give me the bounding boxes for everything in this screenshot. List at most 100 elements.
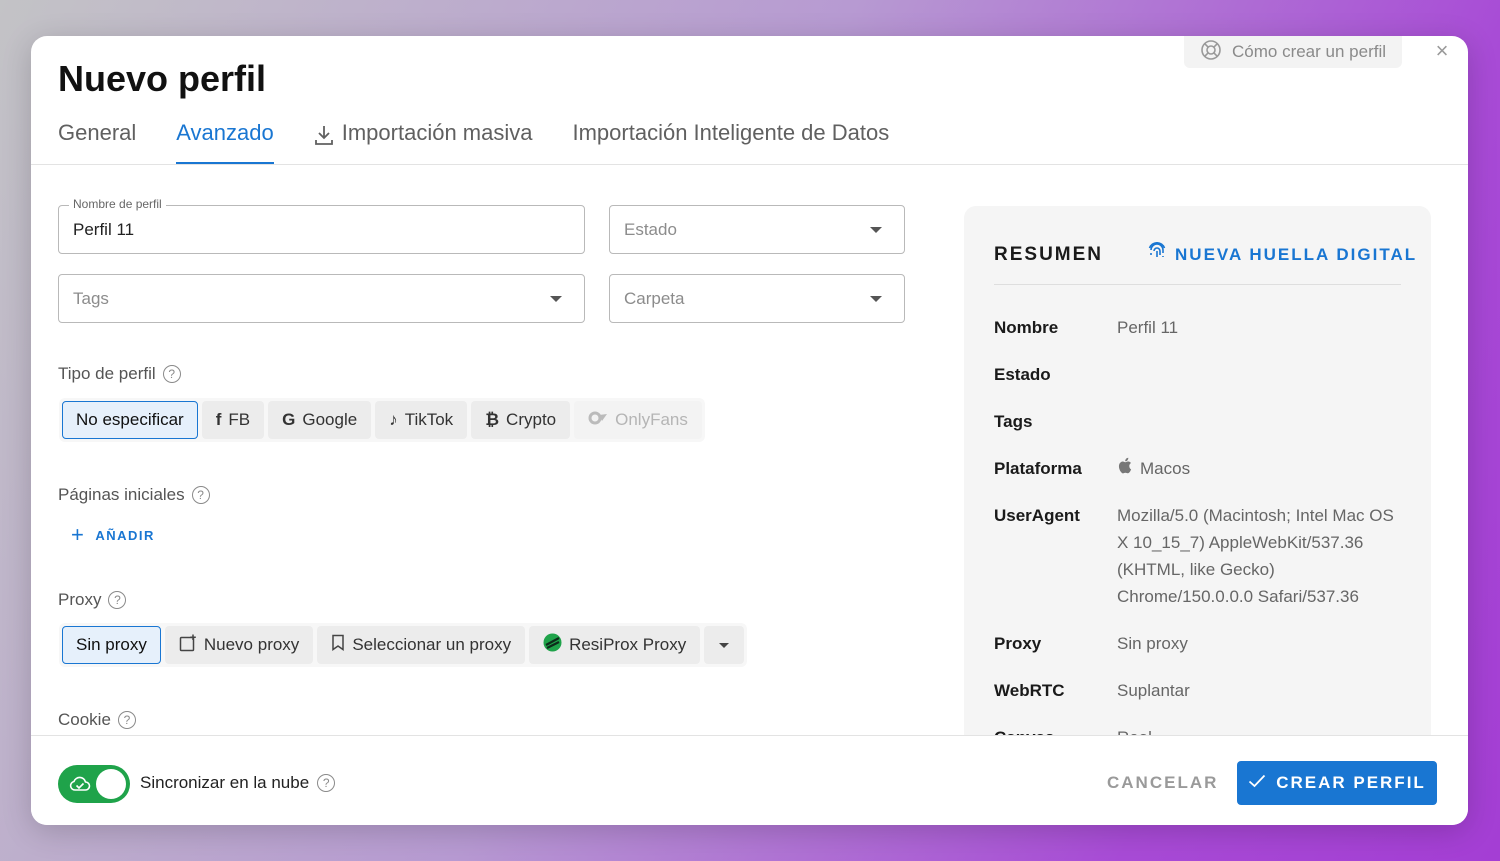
chip-label: No especificar (76, 410, 184, 429)
estado-select[interactable]: Estado (609, 205, 905, 254)
cloud-sync-toggle[interactable] (58, 765, 130, 803)
proxy-group: Sin proxy Nuevo proxy Seleccionar un pro… (59, 623, 748, 667)
new-proxy-icon (179, 634, 197, 657)
check-icon (1248, 773, 1266, 793)
chip-label: Seleccionar un proxy (352, 635, 512, 654)
summary-row-estado: Estado (994, 361, 1407, 388)
chip-label: Nuevo proxy (203, 635, 300, 654)
summary-key: Plataforma (994, 459, 1082, 478)
help-link[interactable]: Cómo crear un perfil (1184, 36, 1403, 68)
summary-key: UserAgent (994, 506, 1080, 525)
chip-label: TikTok (404, 410, 454, 429)
tabs-divider (31, 164, 1468, 165)
summary-row-plataforma: Plataforma Macos (994, 455, 1407, 482)
resiprox-logo-icon (543, 633, 562, 657)
summary-value: Perfil 11 (1117, 318, 1179, 337)
proxy-text: Proxy (58, 590, 102, 609)
google-icon: G (282, 410, 296, 429)
type-no-especificar[interactable]: No especificar (62, 401, 198, 439)
summary-value (1117, 408, 1407, 435)
summary-divider (994, 284, 1401, 285)
apple-icon (1117, 455, 1132, 482)
tab-avanzado[interactable]: Avanzado (176, 118, 275, 165)
cookie-label: Cookie ? (58, 710, 136, 730)
toggle-knob (96, 769, 126, 799)
summary-row-useragent: UserAgent Mozilla/5.0 (Macintosh; Intel … (994, 502, 1407, 610)
tipo-perfil-text: Tipo de perfil (58, 364, 156, 383)
facebook-icon: f (215, 410, 222, 429)
profile-name-field[interactable]: Nombre de perfil Perfil 11 (58, 197, 585, 254)
chevron-down-icon (870, 227, 882, 233)
summary-value: Mozilla/5.0 (Macintosh; Intel Mac OS X 1… (1117, 506, 1394, 606)
profile-name-legend: Nombre de perfil (69, 197, 166, 211)
help-icon[interactable]: ? (162, 365, 181, 383)
tipo-perfil-label: Tipo de perfil ? (58, 364, 181, 384)
new-fingerprint-button[interactable]: NUEVA HUELLA DIGITAL (1147, 242, 1417, 267)
proxy-nuevo[interactable]: Nuevo proxy (164, 626, 314, 664)
summary-key: WebRTC (994, 681, 1065, 700)
type-crypto[interactable]: ₿ Crypto (471, 401, 571, 439)
summary-key: Estado (994, 365, 1051, 384)
caret-down-icon (719, 642, 730, 648)
summary-header: RESUMEN NUEVA HUELLA DIGITAL (994, 242, 1417, 267)
help-icon[interactable]: ? (317, 774, 336, 792)
type-tiktok[interactable]: ♪ TikTok (375, 401, 468, 439)
type-fb[interactable]: f FB (201, 401, 265, 439)
tab-label: General (58, 120, 137, 145)
profile-name-value: Perfil 11 (73, 219, 135, 239)
tab-label: Importación masiva (341, 120, 533, 145)
download-icon (314, 120, 334, 152)
onlyfans-icon (588, 410, 608, 430)
summary-title: RESUMEN (994, 243, 1104, 265)
proxy-resiprox[interactable]: ResiProx Proxy (529, 626, 701, 664)
cancel-button[interactable]: CANCELAR (1107, 773, 1218, 793)
tab-importacion-inteligente[interactable]: Importación Inteligente de Datos (572, 118, 889, 165)
tags-select[interactable]: Tags (58, 274, 585, 323)
proxy-seleccionar[interactable]: Seleccionar un proxy (317, 626, 526, 664)
type-onlyfans: OnlyFans (574, 401, 702, 439)
lifebuoy-icon (1200, 39, 1222, 66)
help-link-label: Cómo crear un perfil (1232, 42, 1387, 61)
chip-label: Google (302, 410, 358, 429)
paginas-iniciales-label: Páginas iniciales ? (58, 485, 210, 505)
cloud-check-icon (69, 775, 91, 798)
proxy-more-dropdown[interactable] (704, 626, 745, 664)
tab-importacion-masiva[interactable]: Importación masiva (314, 118, 533, 165)
summary-panel: RESUMEN NUEVA HUELLA DIGITAL Nombre Perf… (964, 206, 1431, 766)
add-label: AÑADIR (95, 527, 155, 543)
close-icon[interactable]: × (1431, 40, 1453, 62)
bookmark-icon (331, 634, 345, 656)
tags-placeholder: Tags (73, 288, 109, 308)
create-profile-button[interactable]: CREAR PERFIL (1237, 761, 1437, 805)
estado-placeholder: Estado (624, 219, 677, 239)
summary-value (1117, 361, 1407, 388)
carpeta-select[interactable]: Carpeta (609, 274, 905, 323)
chip-label: Crypto (506, 410, 557, 429)
type-google[interactable]: G Google (268, 401, 372, 439)
create-label: CREAR PERFIL (1276, 773, 1426, 792)
chevron-down-icon (550, 296, 562, 302)
add-start-page-button[interactable]: + AÑADIR (71, 524, 155, 546)
dialog-title: Nuevo perfil (58, 58, 267, 99)
help-icon[interactable]: ? (108, 591, 127, 609)
fingerprint-icon (1147, 242, 1167, 267)
chip-label: OnlyFans (615, 410, 688, 429)
sync-label: Sincronizar en la nube ? (140, 773, 336, 793)
help-icon[interactable]: ? (191, 486, 210, 504)
summary-value: Suplantar (1117, 681, 1190, 700)
summary-row-tags: Tags (994, 408, 1407, 435)
profile-type-group: No especificar f FB G Google ♪ TikTok ₿ Cryp… (59, 398, 705, 442)
summary-key: Nombre (994, 318, 1059, 337)
tab-general[interactable]: General (58, 118, 136, 165)
summary-row-proxy: Proxy Sin proxy (994, 630, 1407, 657)
summary-row-nombre: Nombre Perfil 11 (994, 314, 1407, 341)
tab-bar: General Avanzado Importación masiva Impo… (58, 118, 889, 165)
tab-label: Avanzado (176, 120, 274, 145)
plus-icon: + (71, 522, 86, 547)
paginas-text: Páginas iniciales (58, 485, 185, 504)
help-icon[interactable]: ? (117, 711, 136, 729)
proxy-sin-proxy[interactable]: Sin proxy (62, 626, 161, 664)
fingerprint-label: NUEVA HUELLA DIGITAL (1175, 244, 1418, 264)
summary-value-platform: Macos (1117, 455, 1407, 482)
new-profile-dialog: Nuevo perfil Cómo crear un perfil × Gene… (31, 36, 1468, 825)
